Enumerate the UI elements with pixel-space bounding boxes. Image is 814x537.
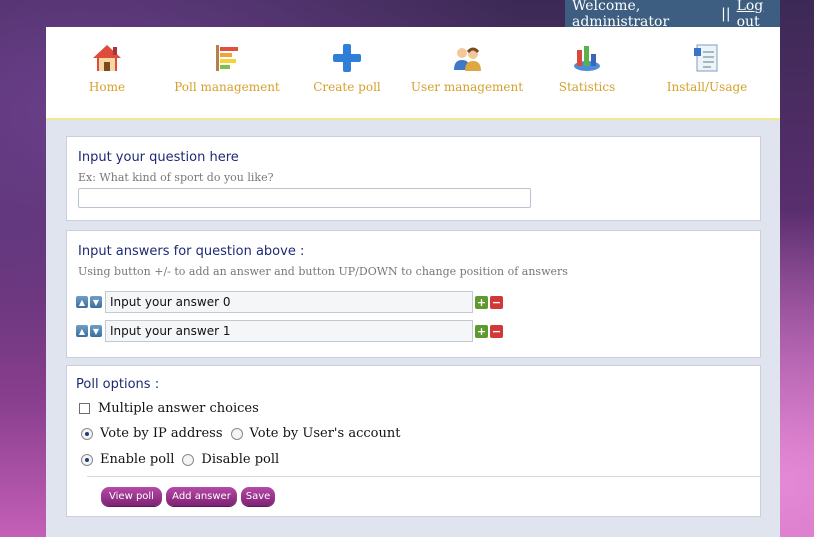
answers-title: Input answers for question above : [78, 244, 305, 259]
answers-section: Input answers for question above : Using… [66, 230, 761, 358]
add-answer-icon[interactable]: + [475, 295, 488, 309]
save-button[interactable]: Save [241, 487, 275, 506]
remove-answer-icon[interactable]: − [490, 295, 503, 309]
add-answer-button[interactable]: Add answer [166, 487, 237, 506]
nav-install-usage[interactable]: Install/Usage [647, 42, 767, 94]
plus-icon [333, 44, 361, 72]
remove-answer-icon[interactable]: − [490, 324, 503, 338]
view-poll-button[interactable]: View poll [101, 487, 162, 506]
question-input[interactable] [78, 188, 531, 208]
home-icon [93, 45, 121, 71]
nav-home[interactable]: Home [47, 42, 167, 94]
nav-label: Statistics [558, 80, 616, 94]
move-up-button[interactable]: ▲ [76, 296, 88, 308]
answer-input[interactable]: Input your answer 0 [105, 291, 473, 313]
poll-management-icon [216, 45, 238, 71]
nav-label: Poll management [174, 80, 280, 94]
document-icon [694, 44, 718, 72]
vote-account-radio[interactable] [230, 427, 243, 440]
welcome-text: Welcome, administrator [572, 0, 670, 30]
add-answer-icon[interactable]: + [475, 324, 488, 338]
vote-account-label: Vote by User's account [249, 426, 401, 441]
answer-row: ▲ ▼ Input your answer 0 + − [76, 291, 503, 313]
nav-create-poll[interactable]: Create poll [287, 42, 407, 94]
nav-poll-management[interactable]: Poll management [167, 42, 287, 94]
disable-poll-radio[interactable] [182, 453, 195, 466]
logout-link[interactable]: Log out [737, 0, 780, 30]
nav-label: Create poll [313, 80, 381, 94]
nav-label: User management [410, 80, 524, 94]
vote-ip-label: Vote by IP address [100, 426, 223, 441]
options-title: Poll options : [76, 377, 160, 392]
disable-poll-label: Disable poll [201, 452, 280, 467]
move-down-button[interactable]: ▼ [90, 325, 102, 337]
vote-method-options: Vote by IP address Vote by User's accoun… [81, 426, 400, 441]
divider [87, 476, 760, 477]
nav-user-management[interactable]: User management [407, 42, 527, 94]
answer-row: ▲ ▼ Input your answer 1 + − [76, 320, 503, 342]
multiple-choice-checkbox[interactable] [79, 403, 90, 414]
question-title: Input your question here [78, 150, 239, 165]
question-section: Input your question here Ex: What kind o… [66, 136, 761, 221]
enable-poll-radio[interactable] [81, 453, 93, 466]
vote-ip-radio[interactable] [81, 427, 93, 440]
enable-poll-label: Enable poll [100, 452, 175, 467]
multiple-choice-option: Multiple answer choices [79, 401, 259, 416]
poll-status-options: Enable poll Disable poll [81, 452, 279, 467]
nav-label: Home [88, 80, 126, 94]
separator: || [721, 5, 731, 22]
answer-input[interactable]: Input your answer 1 [105, 320, 473, 342]
multiple-choice-label: Multiple answer choices [98, 401, 259, 416]
statistics-icon [574, 46, 600, 71]
move-up-button[interactable]: ▲ [76, 325, 88, 337]
nav-statistics[interactable]: Statistics [527, 42, 647, 94]
nav-label: Install/Usage [666, 80, 748, 94]
user-bar: Welcome, administrator || Log out [565, 0, 780, 30]
main-panel: Home Poll management Create poll User ma… [46, 27, 780, 537]
question-hint: Ex: What kind of sport do you like? [78, 171, 274, 184]
options-section: Poll options : Multiple answer choices V… [66, 365, 761, 517]
answers-hint: Using button +/- to add an answer and bu… [78, 265, 568, 278]
users-icon [454, 47, 481, 71]
main-nav: Home Poll management Create poll User ma… [46, 27, 780, 120]
move-down-button[interactable]: ▼ [90, 296, 102, 308]
